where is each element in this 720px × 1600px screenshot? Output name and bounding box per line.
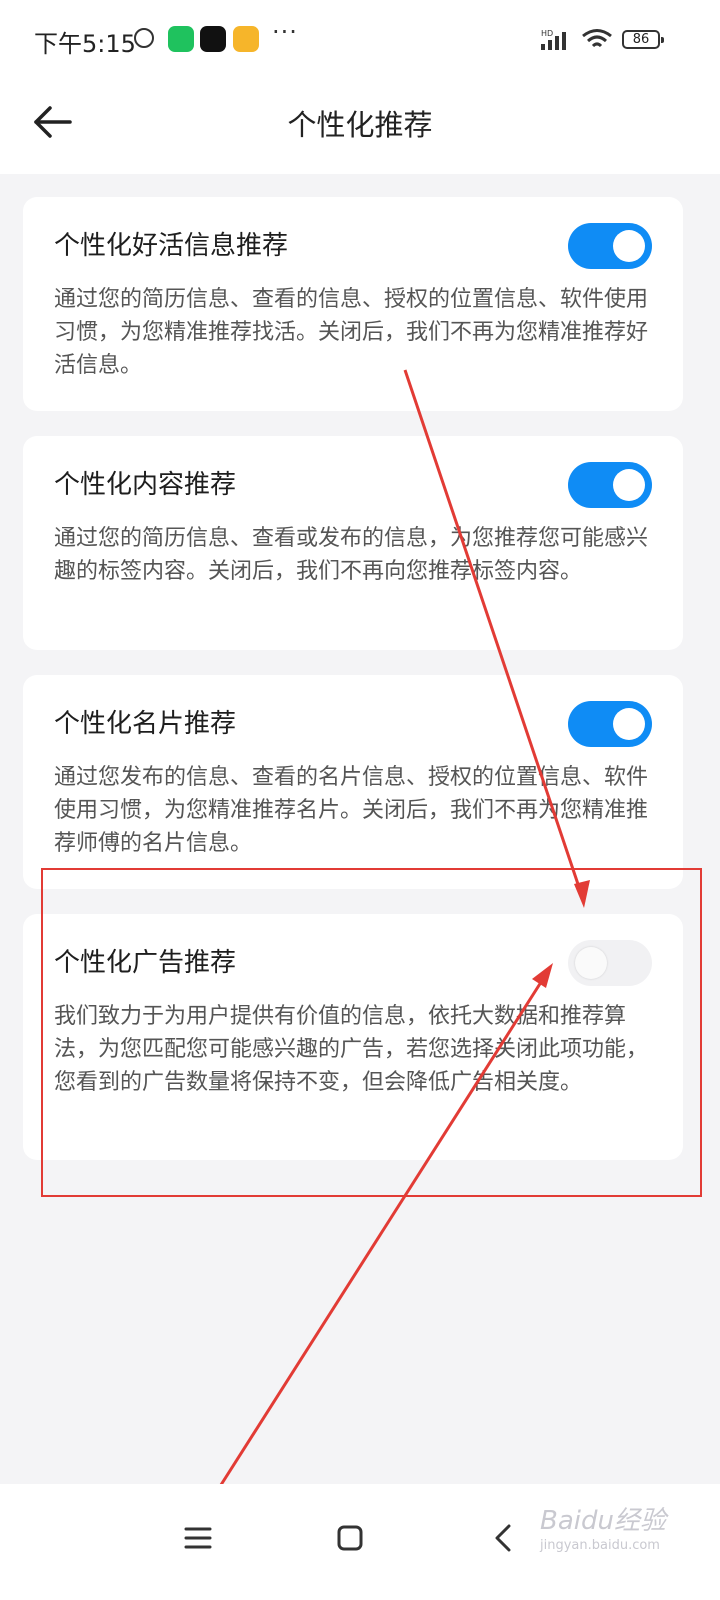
setting-card-card-recommend: 个性化名片推荐 通过您发布的信息、查看的名片信息、授权的位置信息、软件使用习惯，… <box>23 675 683 889</box>
page-title: 个性化推荐 <box>287 108 433 142</box>
status-bar: 下午5:15 ··· HD 86 <box>0 0 720 80</box>
wechat-icon <box>168 26 194 52</box>
alarm-icon <box>134 28 154 48</box>
battery-indicator: 86 <box>622 30 664 49</box>
setting-card-content-recommend: 个性化内容推荐 通过您的简历信息、查看或发布的信息，为您推荐您可能感兴趣的标签内… <box>23 436 683 650</box>
job-recommend-toggle[interactable] <box>568 223 652 269</box>
app-header: 个性化推荐 <box>0 80 720 174</box>
setting-title: 个性化好活信息推荐 <box>54 231 289 261</box>
setting-description: 通过您的简历信息、查看或发布的信息，为您推荐您可能感兴趣的标签内容。关闭后，我们… <box>54 526 649 584</box>
signal-icon: HD <box>541 29 566 50</box>
content-recommend-toggle[interactable] <box>568 462 652 508</box>
back-nav-icon[interactable] <box>480 1514 528 1562</box>
toggle-knob <box>613 230 645 262</box>
card-recommend-toggle[interactable] <box>568 701 652 747</box>
setting-title: 个性化内容推荐 <box>54 470 237 500</box>
setting-card-job-recommend: 个性化好活信息推荐 通过您的简历信息、查看的信息、授权的位置信息、软件使用习惯，… <box>23 197 683 411</box>
status-time: 下午5:15 <box>34 30 136 58</box>
toggle-knob <box>613 708 645 740</box>
setting-description: 通过您的简历信息、查看的信息、授权的位置信息、软件使用习惯，为您精准推荐找活。关… <box>54 287 649 378</box>
menu-icon[interactable] <box>174 1514 222 1562</box>
toggle-knob <box>613 469 645 501</box>
setting-title: 个性化名片推荐 <box>54 709 237 739</box>
capcut-icon <box>200 26 226 52</box>
watermark-url: jingyan.baidu.com <box>540 1538 660 1553</box>
more-notifications-icon: ··· <box>272 18 298 46</box>
watermark-logo: Baidu经验 <box>540 1506 666 1536</box>
notes-icon <box>233 26 259 52</box>
annotation-highlight-box <box>41 868 702 1197</box>
svg-text:HD: HD <box>541 29 553 38</box>
home-icon[interactable] <box>326 1514 374 1562</box>
setting-description: 通过您发布的信息、查看的名片信息、授权的位置信息、软件使用习惯，为您精准推荐名片… <box>54 765 649 856</box>
wifi-icon <box>582 29 612 48</box>
